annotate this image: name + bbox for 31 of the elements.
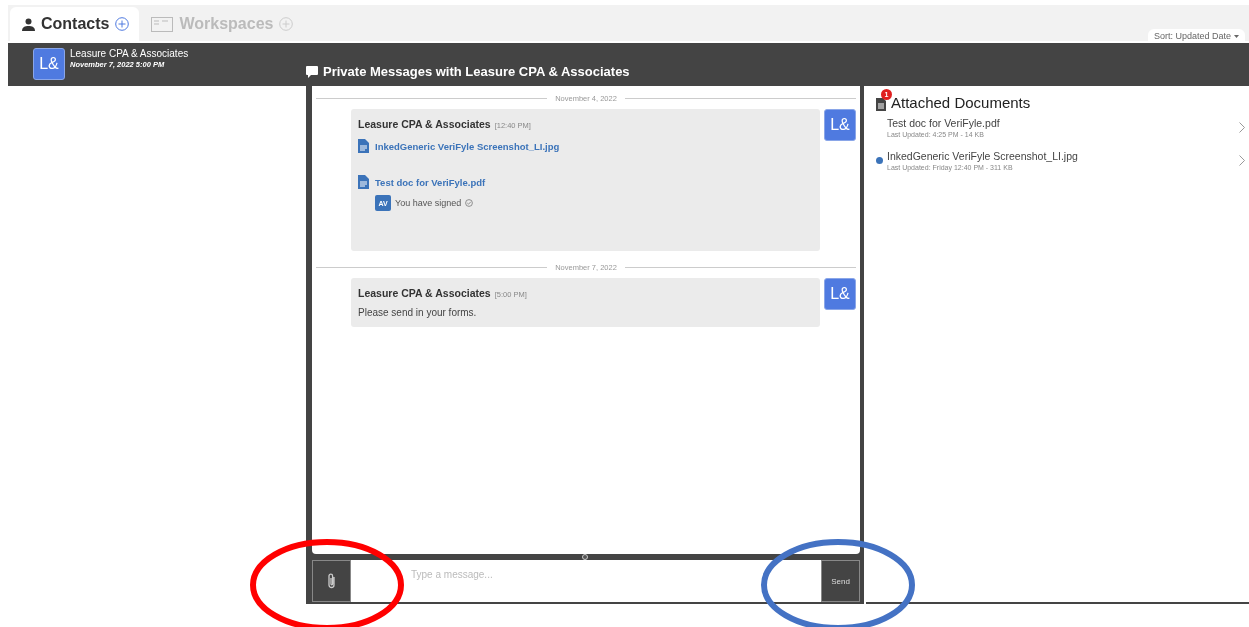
avatar: L& bbox=[33, 48, 65, 80]
attach-button[interactable] bbox=[312, 560, 351, 602]
add-icon[interactable] bbox=[115, 17, 130, 31]
sort-dropdown[interactable]: Sort: Updated Date bbox=[1147, 29, 1245, 43]
document-icon bbox=[358, 175, 369, 189]
document-icon bbox=[876, 98, 886, 111]
document-name: InkedGeneric VeriFyle Screenshot_LI.jpg bbox=[887, 150, 1079, 162]
file-link[interactable]: InkedGeneric VeriFyle Screenshot_LI.jpg bbox=[375, 140, 560, 152]
file-link[interactable]: Test doc for VeriFyle.pdf bbox=[375, 176, 486, 188]
signature-status: You have signed bbox=[395, 198, 462, 208]
avatar: L& bbox=[824, 109, 856, 141]
avatar: L& bbox=[824, 278, 856, 310]
caret-icon bbox=[1234, 34, 1239, 38]
message-input[interactable]: Type a message... bbox=[351, 560, 821, 602]
contact-name: Leasure CPA & Associates bbox=[70, 48, 189, 59]
tab[interactable]: Contacts bbox=[10, 7, 140, 41]
document-name: Test doc for VeriFyle.pdf bbox=[887, 117, 1001, 129]
check-circle-icon bbox=[465, 199, 474, 207]
conversation-title: Private Messages with Leasure CPA & Associates bbox=[323, 64, 630, 79]
panel-title: Attached Documents bbox=[891, 94, 1031, 111]
board-icon bbox=[151, 16, 174, 32]
document-icon bbox=[358, 139, 369, 153]
chat-icon bbox=[306, 65, 318, 78]
sender-name: Leasure CPA & Associates bbox=[358, 287, 491, 299]
sender-name: Leasure CPA & Associates bbox=[358, 118, 491, 130]
send-button[interactable]: Send bbox=[821, 560, 860, 602]
person-icon bbox=[22, 17, 35, 31]
chevron-right-icon bbox=[1239, 155, 1245, 166]
chevron-right-icon bbox=[1239, 122, 1245, 133]
message-text: Please send in your forms. bbox=[358, 307, 478, 318]
paperclip-icon bbox=[326, 573, 337, 589]
